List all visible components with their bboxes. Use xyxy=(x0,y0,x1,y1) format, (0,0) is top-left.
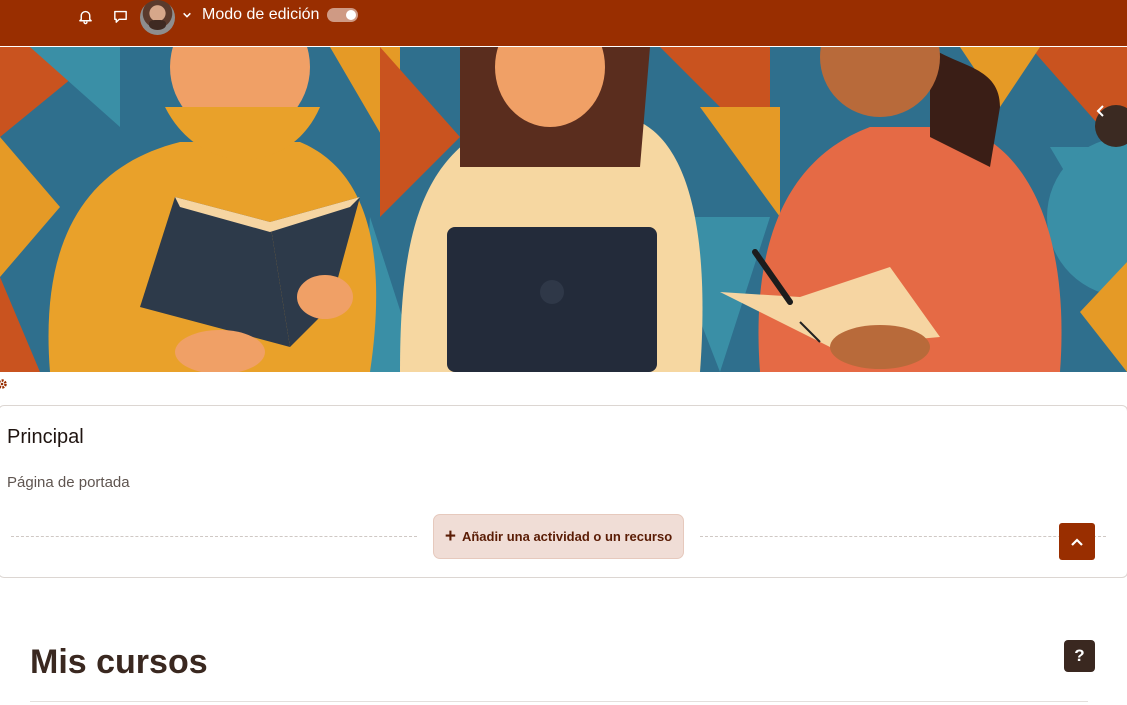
chevron-up-icon xyxy=(1071,537,1083,546)
section-subtitle: Página de portada xyxy=(7,474,130,491)
course-banner xyxy=(0,47,1127,372)
plus-icon: + xyxy=(444,525,456,547)
add-activity-label: Añadir una actividad o un recurso xyxy=(461,529,673,544)
toggle-knob xyxy=(346,10,356,20)
gear-icon[interactable] xyxy=(0,377,8,389)
collapse-section-button[interactable] xyxy=(1059,523,1095,560)
section-title: Principal xyxy=(7,426,84,448)
help-button[interactable]: ? xyxy=(1064,640,1095,672)
divider-right xyxy=(700,536,1106,537)
section-principal: Principal Página de portada + Añadir una… xyxy=(0,405,1127,578)
edit-mode-label: Modo de edición xyxy=(202,6,320,23)
bell-icon[interactable] xyxy=(75,6,95,26)
chevron-down-icon[interactable] xyxy=(181,9,193,21)
chat-bubble-icon[interactable] xyxy=(110,6,130,26)
user-avatar[interactable] xyxy=(140,0,175,35)
add-activity-button[interactable]: + Añadir una actividad o un recurso xyxy=(433,514,684,559)
edit-mode-toggle[interactable] xyxy=(327,8,358,22)
divider-left xyxy=(11,536,417,537)
courses-divider xyxy=(30,701,1088,702)
chevron-left-icon xyxy=(1096,105,1104,117)
banner-illustration xyxy=(0,47,1127,372)
top-navbar: Modo de edición xyxy=(0,0,1127,46)
my-courses-title: Mis cursos xyxy=(30,643,208,681)
